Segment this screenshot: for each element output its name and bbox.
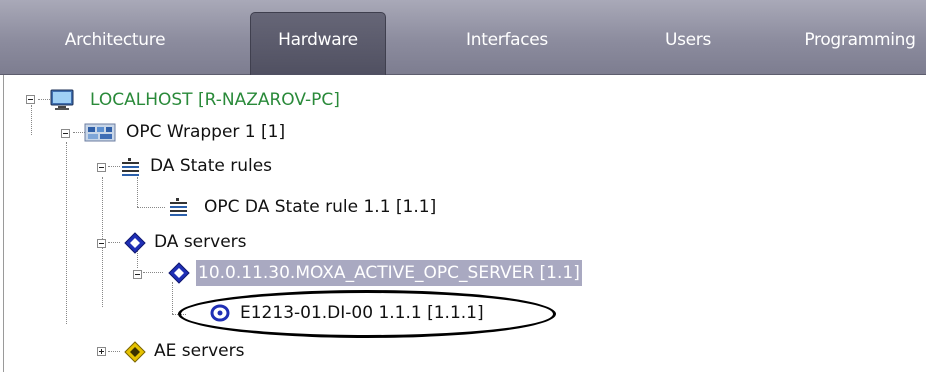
tab-users[interactable]: Users xyxy=(628,16,748,64)
state-rules-icon xyxy=(122,158,139,176)
collapse-toggle[interactable] xyxy=(97,163,106,172)
tree-node-opc-wrapper[interactable]: OPC Wrapper 1 [1] xyxy=(0,119,400,145)
tree-node-da-server[interactable]: 10.0.11.30.MOXA_ACTIVE_OPC_SERVER [1.1] xyxy=(0,260,700,286)
expand-toggle[interactable] xyxy=(97,347,106,356)
tree-label: OPC DA State rule 1.1 [1.1] xyxy=(204,197,437,217)
tree-label: AE servers xyxy=(154,341,245,361)
collapse-toggle[interactable] xyxy=(26,95,35,104)
tree-node-da-servers[interactable]: DA servers xyxy=(0,229,400,255)
tree-node-da-state-rules[interactable]: DA State rules xyxy=(0,153,400,179)
tab-programming[interactable]: Programming xyxy=(790,16,926,64)
tab-bar: Architecture Hardware Interfaces Users P… xyxy=(0,0,926,75)
collapse-toggle[interactable] xyxy=(61,129,70,138)
tree-node-da-state-rule[interactable]: OPC DA State rule 1.1 [1.1] xyxy=(0,194,520,220)
tree-label: LOCALHOST [R-NAZAROV-PC] xyxy=(90,90,340,110)
tree-label: DA servers xyxy=(154,232,247,252)
tree-label: DA State rules xyxy=(150,156,273,176)
ae-servers-icon xyxy=(124,341,146,363)
tab-interfaces[interactable]: Interfaces xyxy=(440,16,574,64)
da-servers-icon xyxy=(124,232,146,254)
tab-hardware[interactable]: Hardware xyxy=(250,12,386,75)
tree-node-ae-servers[interactable]: AE servers xyxy=(0,338,400,364)
tree-label: OPC Wrapper 1 [1] xyxy=(126,122,286,142)
state-rule-icon xyxy=(170,198,187,216)
da-server-icon xyxy=(168,262,190,284)
opc-wrapper-icon xyxy=(84,123,116,142)
highlight-ellipse xyxy=(178,290,556,338)
computer-icon xyxy=(50,89,74,110)
collapse-toggle[interactable] xyxy=(133,270,142,279)
tree-label: 10.0.11.30.MOXA_ACTIVE_OPC_SERVER [1.1] xyxy=(196,260,582,286)
tab-architecture[interactable]: Architecture xyxy=(40,16,190,64)
tree-node-localhost[interactable]: LOCALHOST [R-NAZAROV-PC] xyxy=(0,87,460,113)
collapse-toggle[interactable] xyxy=(97,239,106,248)
